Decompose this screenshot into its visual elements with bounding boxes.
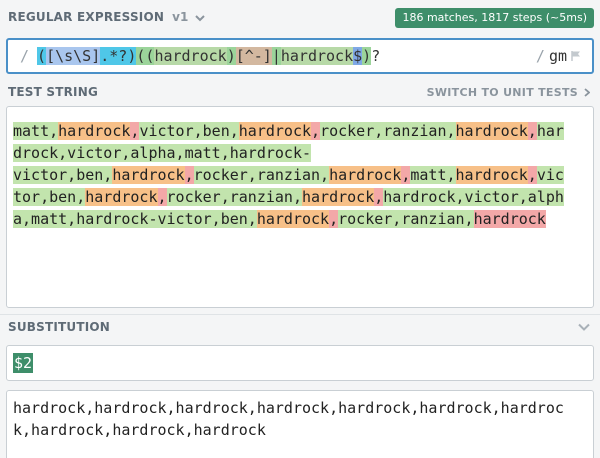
switch-unit-tests-link[interactable]: SWITCH TO UNIT TESTS [427, 86, 590, 99]
group-highlight: , [527, 166, 537, 184]
group-highlight: hardrock [455, 166, 528, 184]
regex-token: hardrock [280, 47, 354, 65]
regex-token: [^-] [235, 47, 272, 65]
regex-token: .*? [100, 47, 128, 65]
match-highlight: vic [536, 166, 564, 184]
substitution-section-title: SUBSTITUTION [8, 320, 111, 334]
group-highlight: hardrock [85, 188, 158, 206]
regex-token: $ [353, 47, 363, 65]
chevron-right-icon [584, 88, 590, 97]
match-highlight: rocker,ranzian, [166, 188, 302, 206]
flag-icon[interactable] [570, 50, 582, 62]
match-highlight: a,matt,hardrock-victor,ben, [13, 210, 257, 228]
result-line: hardrock,hardrock,hardrock,hardrock,hard… [13, 399, 564, 417]
version-label: v1 [172, 10, 189, 24]
regex-token: hardrock [154, 47, 227, 65]
regex-token: ) [226, 47, 236, 65]
match-highlight: victor,ben, [13, 166, 113, 184]
match-info-badge: 186 matches, 1817 steps (~5ms) [395, 8, 594, 28]
test-string-editor[interactable]: matt,hardrock,victor,ben,hardrock,rocker… [6, 106, 594, 308]
regex-token: ) [362, 47, 372, 65]
regex-token: ? [371, 47, 381, 65]
group-highlight: , [329, 210, 339, 228]
group-highlight: hardrock [473, 210, 546, 228]
group-highlight: hardrock [58, 122, 131, 140]
section-divider [0, 314, 600, 315]
match-highlight: matt, [13, 122, 59, 140]
group-highlight: hardrock [329, 166, 402, 184]
regex-token: | [271, 47, 281, 65]
group-highlight: , [184, 166, 194, 184]
test-string-line: matt,hardrock,victor,ben,hardrock,rocker… [13, 120, 593, 142]
substitution-input[interactable]: $2 [6, 345, 594, 381]
group-highlight: hardrock [256, 210, 330, 228]
test-string-line: drock,victor,alpha,matt,hardrock- [13, 142, 593, 164]
substitution-result: hardrock,hardrock,hardrock,hardrock,hard… [6, 390, 594, 458]
match-highlight: drock,victor,alpha,matt,hardrock- [13, 144, 312, 162]
match-highlight: hardrock,victor,alph [383, 188, 564, 206]
substitution-value: $2 [13, 353, 34, 373]
group-highlight: hardrock [455, 122, 528, 140]
match-highlight: har [536, 122, 564, 140]
switch-unit-tests-label: SWITCH TO UNIT TESTS [426, 86, 578, 99]
regex-input[interactable]: / ([\s\S].*?)((hardrock)[^-]|hardrock$)?… [6, 38, 594, 74]
result-line: k,hardrock,hardrock,hardrock [13, 421, 266, 439]
test-string-line: a,matt,hardrock-victor,ben,hardrock,rock… [13, 208, 593, 230]
group-highlight: , [527, 122, 537, 140]
match-highlight: rocker,ranzian, [338, 210, 474, 228]
substitution-result-text: hardrock,hardrock,hardrock,hardrock,hard… [13, 397, 593, 441]
test-string-line: tor,ben,hardrock,rocker,ranzian,hardrock… [13, 186, 593, 208]
flags-label: gm [548, 47, 567, 65]
regex-pattern[interactable]: ([\s\S].*?)((hardrock)[^-]|hardrock$)? [37, 47, 380, 65]
match-highlight: tor,ben, [13, 188, 86, 206]
regex-section-title: REGULAR EXPRESSION [8, 10, 165, 24]
chevron-down-icon [195, 14, 206, 21]
match-highlight: victor,ben, [139, 122, 239, 140]
regex-flags[interactable]: / gm [536, 40, 582, 72]
group-highlight: , [374, 188, 384, 206]
test-string-text[interactable]: matt,hardrock,victor,ben,hardrock,rocker… [13, 120, 593, 230]
version-selector[interactable]: v1 [172, 10, 206, 24]
regex-token: ( [37, 47, 47, 65]
group-highlight: hardrock [302, 188, 375, 206]
group-highlight: hardrock [238, 122, 312, 140]
test-string-line: victor,ben,hardrock,rocker,ranzian,hardr… [13, 164, 593, 186]
regex-close-delimiter: / [535, 47, 545, 65]
match-highlight: matt, [410, 166, 456, 184]
regex-open-delimiter: / [20, 47, 30, 65]
regex-token: [\s\S] [46, 47, 101, 65]
match-highlight: rocker,ranzian, [320, 122, 456, 140]
group-highlight: , [157, 188, 167, 206]
test-section-title: TEST STRING [8, 85, 99, 99]
match-highlight: rocker,ranzian, [193, 166, 330, 184]
substitution-header[interactable]: SUBSTITUTION [0, 316, 600, 338]
group-highlight: , [311, 122, 321, 140]
collapse-chevron-icon[interactable] [578, 323, 590, 331]
group-highlight: hardrock [112, 166, 185, 184]
